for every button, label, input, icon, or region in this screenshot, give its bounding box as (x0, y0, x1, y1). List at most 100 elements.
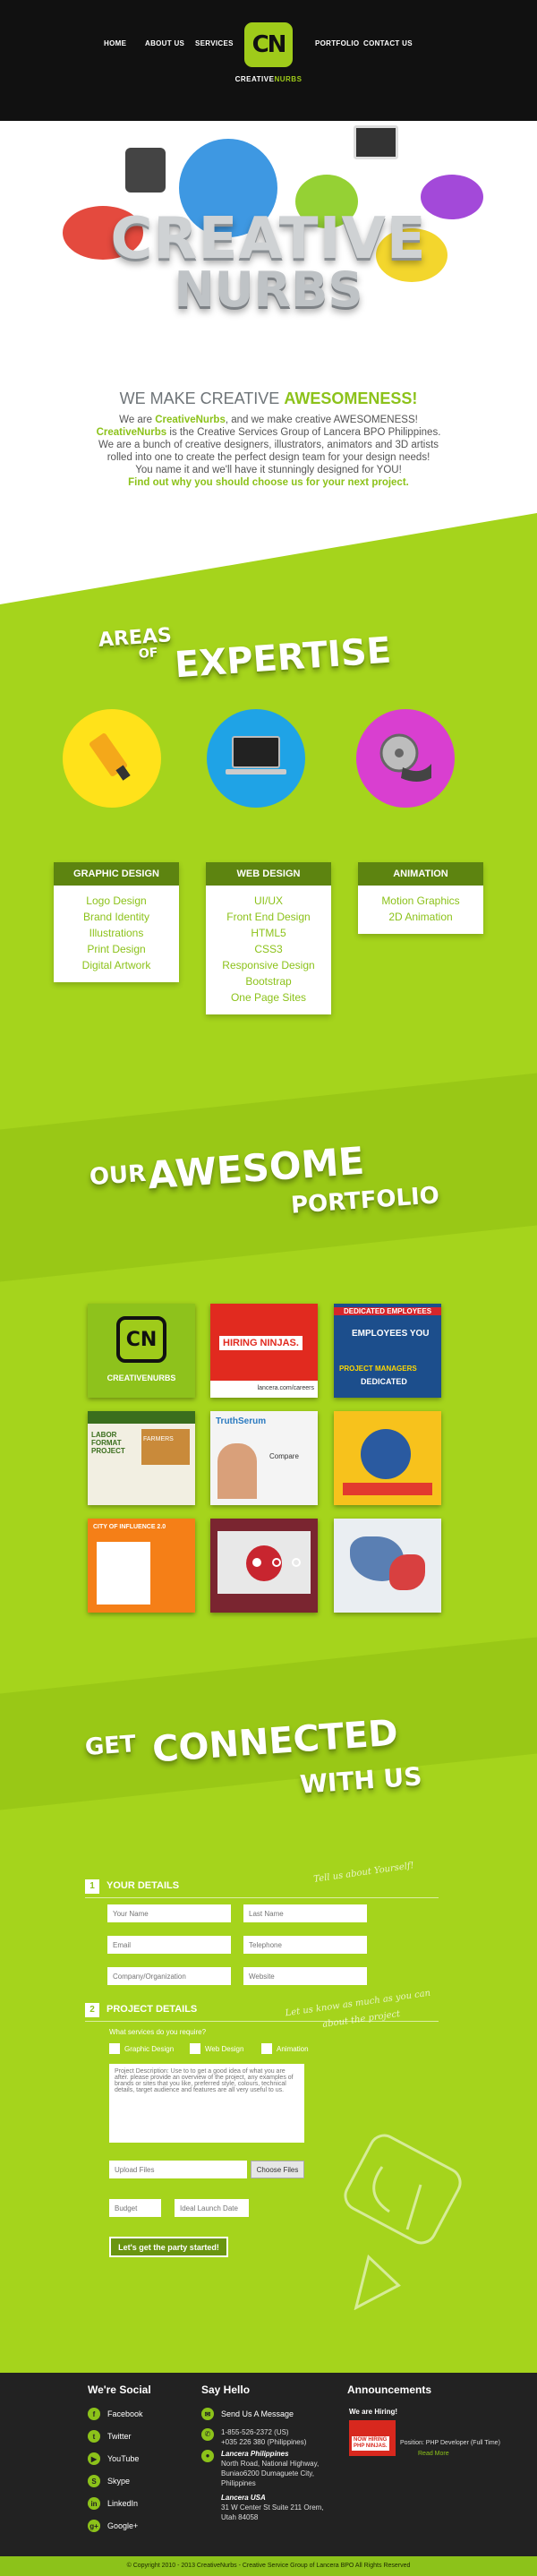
checkbox-box (190, 2043, 200, 2054)
nav-services[interactable]: SERVICES (195, 39, 234, 47)
laptop-icon (226, 736, 286, 775)
portfolio-pager (252, 1558, 306, 1569)
highlighter-icon (89, 733, 131, 781)
logo-text-nurbs: NURBS (274, 75, 303, 83)
logo[interactable]: CN CREATIVENURBS (234, 20, 303, 84)
graphic-design-card: GRAPHIC DESIGN Logo Design Brand Identit… (54, 862, 179, 982)
pager-dot-3[interactable] (292, 1558, 301, 1567)
list-item: Illustrations (89, 927, 144, 939)
nav-home[interactable]: HOME (104, 39, 126, 47)
email-field[interactable] (107, 1936, 231, 1954)
social-skype-link[interactable]: S Skype (88, 2473, 130, 2489)
animation-heading-1: ANIMATION (393, 869, 448, 879)
list-item: Digital Artwork (81, 959, 151, 971)
website-field[interactable] (243, 1967, 367, 1985)
thumb-label: LABOR FORMAT PROJECT (91, 1431, 125, 1455)
portfolio-thumb-infographic[interactable] (334, 1411, 441, 1505)
budget-field[interactable] (109, 2199, 161, 2217)
phone-ph: +035 226 380 (Philippines) (221, 2438, 307, 2446)
checkbox-label: Graphic Design (124, 2044, 175, 2053)
portfolio-thumb-map[interactable] (334, 1519, 441, 1613)
project-description-field[interactable] (109, 2064, 304, 2143)
read-more-link[interactable]: Read More (418, 2449, 449, 2459)
nav-about-us[interactable]: ABOUT US (145, 39, 184, 47)
web-design-list: UI/UX Front End Design HTML5 CSS3 Respon… (206, 886, 331, 1014)
social-linkedin-link[interactable]: in LinkedIn (88, 2495, 138, 2512)
thumb-label: DEDICATED EMPLOYEES (334, 1307, 441, 1315)
hero: CREATIVE NURBS (0, 121, 537, 389)
checkbox-box (109, 2043, 120, 2054)
social-label: Facebook (107, 2409, 143, 2418)
list-item: CSS3 (254, 943, 283, 955)
linkedin-icon: in (88, 2497, 100, 2510)
phone-field[interactable] (243, 1936, 367, 1954)
intro: WE MAKE CREATIVE AWESOMENESS! We are Cre… (0, 389, 537, 497)
announcements-title: Announcements (347, 2383, 432, 2396)
social-facebook-link[interactable]: f Facebook (88, 2406, 143, 2422)
launch-date-field[interactable] (175, 2199, 249, 2217)
hiring-image-text-1: NOW HIRING (354, 2437, 388, 2443)
logo-text: CREATIVENURBS (234, 75, 303, 83)
hero-title-nurbs: NURBS (174, 261, 363, 318)
social-twitter-link[interactable]: t Twitter (88, 2428, 132, 2444)
social-label: Twitter (107, 2432, 132, 2441)
nav-contact-us[interactable]: CONTACT US (363, 39, 413, 47)
thumb-bar (343, 1483, 432, 1495)
list-item: Responsive Design (222, 959, 315, 971)
step-2-heading: 2 PROJECT DETAILS (85, 2003, 197, 2021)
magenta-circle (356, 709, 455, 808)
thumb-sub: Compare (269, 1452, 299, 1460)
intro-line-3: We are a bunch of creative designers, il… (98, 440, 439, 450)
portfolio-thumb-truthserum[interactable]: TruthSerum Compare (210, 1411, 318, 1505)
last-name-field[interactable] (243, 1904, 367, 1922)
facebook-icon: f (88, 2408, 100, 2420)
say-hello-title: Say Hello (201, 2383, 251, 2396)
hiring-image-text: NOW HIRING PHP NINJAS. (352, 2436, 389, 2451)
pager-dot-2[interactable] (272, 1558, 281, 1567)
portfolio-thumb-dedicated-employees[interactable]: DEDICATED EMPLOYEES EMPLOYEES YOU PROJEC… (334, 1304, 441, 1398)
intro-cta-link[interactable]: Find out why you should choose us for yo… (128, 477, 409, 488)
social-label: LinkedIn (107, 2499, 139, 2508)
thumb-photo (141, 1429, 190, 1465)
thumb-map-shape-2 (389, 1554, 425, 1590)
upload-files-field[interactable] (109, 2161, 247, 2178)
thumb-sub-2: PROJECT MANAGERS (339, 1365, 417, 1373)
twitter-icon: t (88, 2430, 100, 2443)
graphic-design-checkbox[interactable]: Graphic Design (109, 2043, 174, 2054)
choose-files-button[interactable]: Choose Files (251, 2161, 304, 2178)
hiring-image[interactable]: NOW HIRING PHP NINJAS. (349, 2420, 396, 2456)
company-field[interactable] (107, 1967, 231, 1985)
nav-portfolio[interactable]: PORTFOLIO (315, 39, 359, 47)
hero-title-creative: CREATIVE (110, 206, 427, 272)
portfolio-thumb-labor-format[interactable]: LABOR FORMAT PROJECT FARMERS (88, 1411, 195, 1505)
social-youtube-link[interactable]: ▶ YouTube (88, 2451, 139, 2467)
thumb-label: CITY OF INFLUENCE 2.0 (93, 1524, 166, 1530)
step-1-number: 1 (85, 1879, 99, 1894)
portfolio-thumb-hiring-ninjas[interactable]: HIRING NINJAS. lancera.com/careers (210, 1304, 318, 1398)
portfolio-thumb-creativenurbs[interactable]: CN CREATIVENURBS (88, 1304, 195, 1398)
logo-mark: CN (251, 31, 287, 58)
web-design-checkbox[interactable]: Web Design (190, 2043, 243, 2054)
social-label: Skype (107, 2477, 131, 2486)
list-item: One Page Sites (230, 991, 307, 1004)
portfolio-title-our: OUR (89, 1160, 148, 1192)
hiring-image-text-2: PHP NINJAS. (354, 2443, 388, 2449)
first-name-field[interactable] (107, 1904, 231, 1922)
intro-heading-1: WE MAKE CREATIVE (119, 389, 285, 407)
send-message-link[interactable]: ✉ Send Us A Message (201, 2406, 294, 2422)
submit-button[interactable]: Let's get the party started! (109, 2237, 228, 2257)
pager-dot-1[interactable] (252, 1558, 261, 1567)
list-item: Brand Identity (82, 911, 150, 923)
us-address-2: Utah 84058 (221, 2513, 259, 2521)
camera-icon (125, 148, 166, 193)
copyright-bar: © Copyright 2010 - 2013 CreativeNurbs - … (0, 2556, 537, 2576)
portfolio-thumb-city-of-influence[interactable]: CITY OF INFLUENCE 2.0 (88, 1519, 195, 1613)
ph-address-1: North Road, National Highway, (221, 2460, 320, 2468)
social-googleplus-link[interactable]: g+ Google+ (88, 2518, 138, 2534)
intro-line-1a: We are (119, 415, 156, 425)
thumb-sub-3: DEDICATED (361, 1377, 407, 1386)
thumb-form (97, 1542, 150, 1605)
animation-checkbox[interactable]: Animation (261, 2043, 309, 2054)
intro-line-2a: CreativeNurbs (96, 427, 167, 438)
list-item: Logo Design (86, 894, 147, 907)
